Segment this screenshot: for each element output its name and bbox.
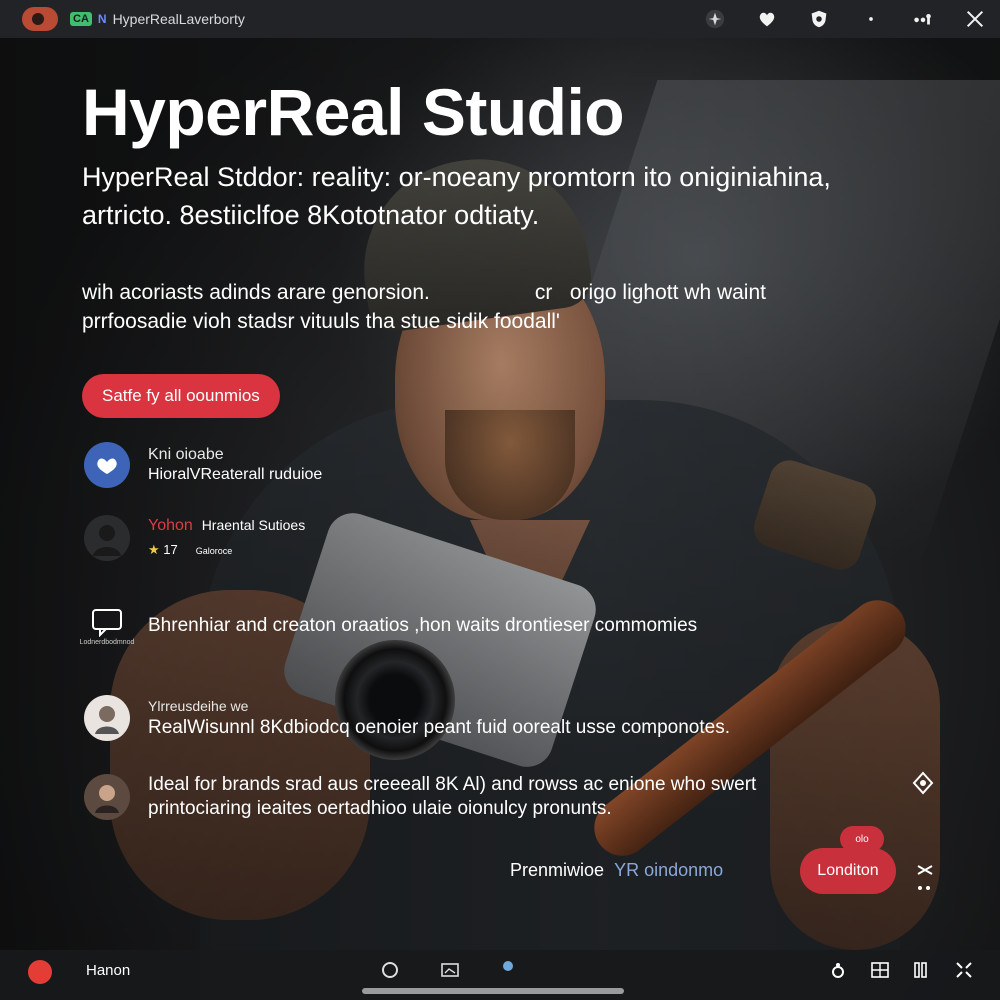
inline-link[interactable]: YR oindonmo — [614, 860, 723, 880]
list-item[interactable]: Kni oioabe HioralVReaterall ruduioe — [84, 442, 322, 488]
app-badge: CA — [70, 12, 92, 26]
page-indicator-dot[interactable] — [503, 961, 513, 971]
location-pin-icon[interactable] — [910, 770, 936, 801]
subtitle-line: HyperReal Stddor: reality: or-noeany pro… — [82, 162, 831, 192]
description-line: prrfoosadie vioh stadsr vituuls tha stue… — [82, 310, 560, 333]
list-item[interactable]: Lodnerdbodmnod Bhrenhiar and creaton ora… — [80, 603, 698, 649]
icon-caption: Lodnerdbodmnod — [79, 638, 135, 646]
subtitle-line: artricto. 8estiiclfoe 8Kototnator odtiat… — [82, 200, 540, 230]
app-n-icon: N — [97, 12, 107, 26]
close-icon[interactable] — [962, 6, 988, 32]
item-title: Kni oioabe — [148, 446, 224, 463]
user-name: Hraental Sutioes — [201, 517, 306, 533]
avatar — [84, 774, 130, 820]
shield-icon[interactable] — [806, 6, 832, 32]
list-item[interactable]: Ylrreusdeihe we RealWisunnl 8Kdbiodcq oe… — [84, 695, 730, 741]
subtitle: HyperReal Stddor: reality: or-noeany pro… — [82, 158, 882, 234]
columns-icon[interactable] — [912, 960, 932, 985]
avatar — [84, 442, 130, 488]
list-item[interactable]: Yohon Hraental Sutioes ★ 17 Galoroce — [84, 515, 305, 561]
avatar — [84, 695, 130, 741]
item-title: Ylrreusdeihe we — [148, 698, 249, 714]
item-subtitle: RealWisunnl 8Kdbiodcq oenoier peant fuid… — [148, 717, 730, 738]
grid-icon[interactable] — [870, 960, 890, 985]
app-logo-icon[interactable] — [22, 7, 58, 31]
list-item[interactable]: Ideal for brands srad aus creeeall 8K Al… — [84, 773, 756, 821]
gallery-icon[interactable] — [440, 961, 460, 984]
window-title: HyperRealLaverborty — [112, 11, 245, 27]
location-button[interactable]: Londiton — [800, 848, 896, 894]
inline-link[interactable]: Prenmiwioe — [510, 860, 604, 880]
profile-icon[interactable] — [28, 960, 52, 984]
dot-icon[interactable] — [858, 6, 884, 32]
item-subtitle: HioralVReaterall ruduioe — [148, 466, 323, 483]
inline-links: Prenmiwioe YR oindonmo — [510, 860, 723, 881]
heart-icon[interactable] — [754, 6, 780, 32]
description-line: wih acoriasts adinds arare genorsion. cr… — [82, 281, 766, 304]
star-icon: ★ — [148, 542, 160, 557]
user-handle: Yohon — [148, 517, 193, 534]
user-avatar-icon — [84, 515, 130, 561]
search-icon[interactable] — [380, 960, 400, 985]
settings-icon[interactable] — [828, 960, 848, 985]
expand-icon[interactable] — [914, 862, 936, 901]
chat-icon-wrap: Lodnerdbodmnod — [80, 603, 134, 649]
user-name: Hanon — [86, 962, 131, 979]
item-title: Ideal for brands srad aus creeeall 8K Al… — [148, 774, 757, 795]
chat-icon — [92, 608, 122, 637]
tag-label: Galoroce — [195, 546, 233, 556]
top-bar: CA N HyperRealLaverborty — [0, 0, 1000, 38]
page-title: HyperReal Studio — [82, 75, 625, 149]
more-icon[interactable] — [910, 6, 936, 32]
item-text: Bhrenhiar and creaton oraatios ,hon wait… — [148, 615, 698, 636]
hero: HyperReal Studio HyperReal Stddor: reali… — [82, 70, 962, 418]
description: wih acoriasts adinds arare genorsion. cr… — [82, 278, 842, 336]
fullscreen-icon[interactable] — [954, 960, 974, 985]
sparkle-icon[interactable] — [702, 6, 728, 32]
rating-value: 17 — [163, 542, 178, 557]
cta-button[interactable]: Satfe fy all oounmios — [82, 374, 280, 418]
scrollbar[interactable] — [362, 988, 624, 994]
item-subtitle: printociaring ieaites oertadhioo ulaie o… — [148, 798, 612, 819]
